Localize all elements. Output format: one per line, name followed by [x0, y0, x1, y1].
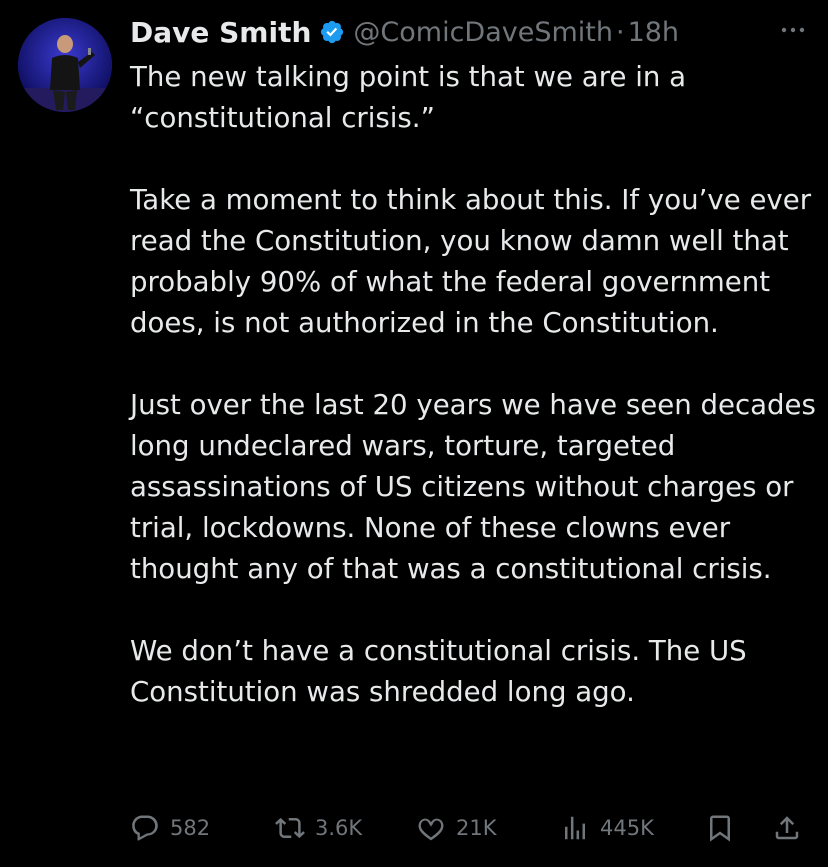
tweet-paragraph: We don’t have a constitutional crisis. T…	[130, 634, 747, 708]
repost-button[interactable]: 3.6K	[275, 806, 362, 850]
reply-icon	[132, 815, 158, 841]
views-button[interactable]: 445K	[560, 806, 654, 850]
repost-count: 3.6K	[315, 816, 363, 840]
author-name[interactable]: Dave Smith	[130, 16, 311, 49]
timestamp[interactable]: 18h	[628, 17, 679, 48]
author-handle[interactable]: @ComicDaveSmith	[353, 17, 613, 48]
bookmark-icon	[710, 815, 730, 842]
like-button[interactable]: 21K	[416, 806, 497, 850]
like-count: 21K	[456, 816, 497, 840]
repost-icon	[275, 817, 305, 839]
tweet-paragraph: Just over the last 20 years we have seen…	[130, 388, 816, 585]
view-count: 445K	[600, 816, 654, 840]
reply-count: 582	[170, 816, 211, 840]
separator-dot: ·	[615, 16, 625, 48]
views-chart-icon	[565, 816, 585, 840]
avatar[interactable]	[18, 18, 112, 112]
reply-button[interactable]: 582	[130, 806, 210, 850]
tweet-paragraph: The new talking point is that we are in …	[130, 60, 687, 134]
tweet-header: Dave Smith @ComicDaveSmith · 18h	[130, 12, 808, 52]
share-icon	[775, 816, 799, 840]
bookmark-button[interactable]	[705, 806, 735, 850]
tweet: Dave Smith @ComicDaveSmith · 18h The new…	[0, 0, 828, 867]
tweet-text: The new talking point is that we are in …	[130, 56, 820, 712]
more-options-icon[interactable]	[778, 18, 808, 42]
tweet-paragraph: Take a moment to think about this. If yo…	[130, 183, 812, 339]
avatar-image	[18, 18, 112, 112]
verified-badge-icon	[321, 20, 344, 44]
heart-icon	[418, 818, 444, 841]
action-bar: 582 3.6K 21K 445K	[130, 806, 810, 850]
share-button[interactable]	[772, 806, 802, 850]
